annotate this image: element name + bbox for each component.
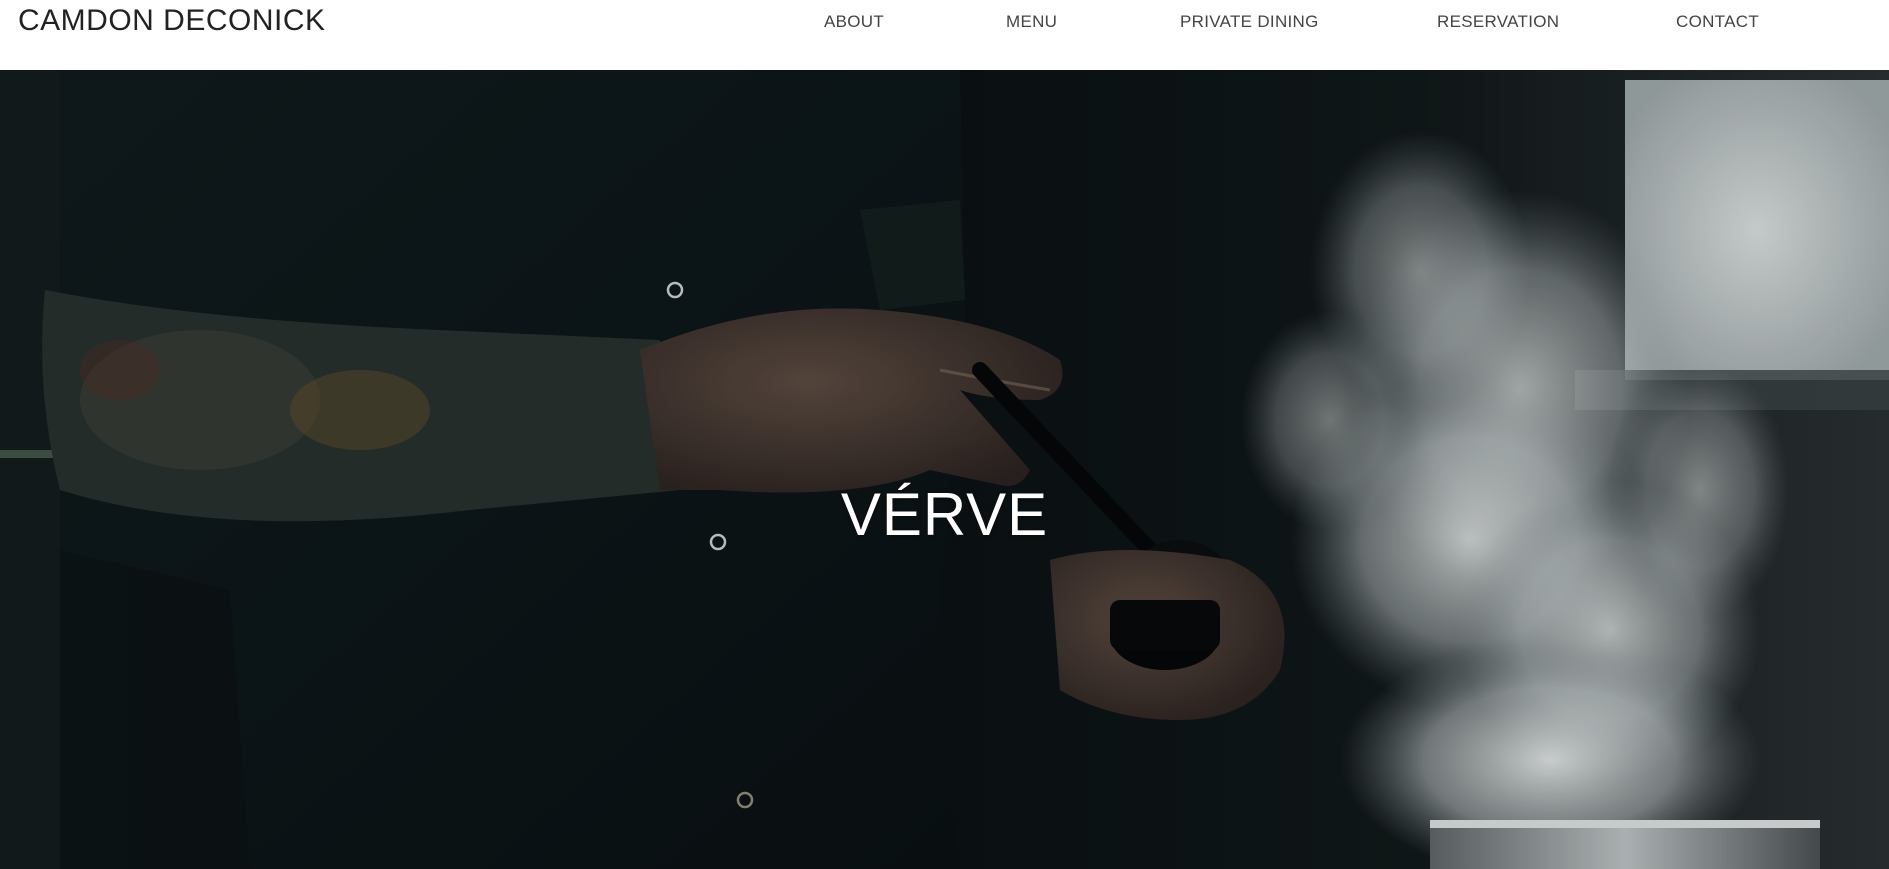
nav-item-about[interactable]: ABOUT <box>824 12 884 32</box>
hero-banner: VÉRVE <box>0 70 1889 869</box>
brand-logo-link[interactable]: CAMDON DECONICK <box>18 4 326 38</box>
nav-item-contact[interactable]: CONTACT <box>1676 12 1759 32</box>
site-header: CAMDON DECONICK ABOUT MENU PRIVATE DININ… <box>0 0 1889 70</box>
hero-title: VÉRVE <box>840 481 1049 549</box>
nav-item-reservation[interactable]: RESERVATION <box>1437 12 1559 32</box>
hero-background-image <box>0 70 1889 869</box>
nav-item-private-dining[interactable]: PRIVATE DINING <box>1180 12 1319 32</box>
nav-item-menu[interactable]: MENU <box>1006 12 1057 32</box>
